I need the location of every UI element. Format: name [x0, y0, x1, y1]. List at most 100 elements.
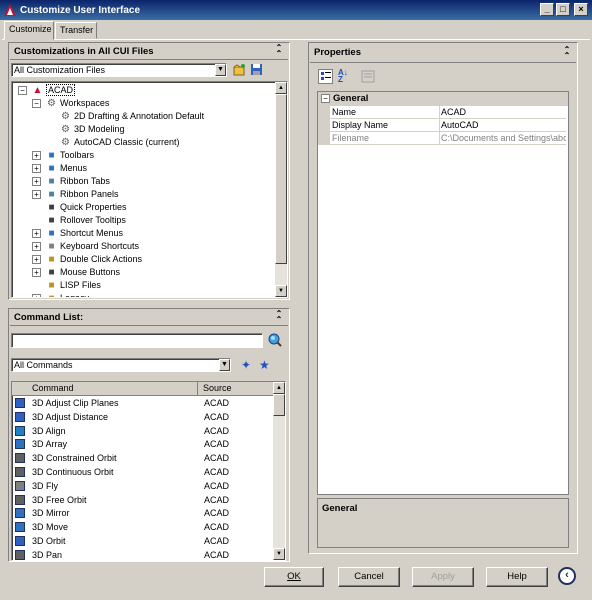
tree-item[interactable]: ⚙ 2D Drafting & Annotation Default	[60, 110, 204, 123]
command-icon	[15, 425, 25, 436]
minimize-button[interactable]: _	[540, 3, 554, 16]
property-value[interactable]: AutoCAD	[441, 119, 566, 132]
cancel-button[interactable]: Cancel	[338, 567, 400, 587]
tree-item[interactable]: + ■ Toolbars	[32, 149, 94, 162]
tree-item[interactable]: + ■ Shortcut Menus	[32, 227, 123, 240]
alphabetical-sort-icon[interactable]: A↓ Z	[338, 69, 353, 84]
tree-item-label: Ribbon Panels	[60, 189, 119, 199]
source-column-header[interactable]: Source	[199, 382, 273, 395]
table-row[interactable]: 3D Continuous Orbit ACAD	[12, 465, 269, 479]
new-command-star-icon[interactable]: ✦	[241, 359, 253, 371]
command-table[interactable]: Command Source 3D Adjust Clip Planes ACAD…	[11, 381, 286, 561]
property-value[interactable]: C:\Documents and Settings\aboz	[441, 132, 566, 145]
ok-button[interactable]: OK	[264, 567, 324, 587]
property-value[interactable]: ACAD	[441, 106, 566, 119]
collapse-dialog-icon[interactable]: ‹	[558, 567, 576, 585]
command-filter-select[interactable]: All Commands ▼	[11, 358, 231, 372]
chevron-down-icon[interactable]: ▼	[219, 359, 230, 371]
maximize-button[interactable]: □	[556, 3, 570, 16]
tree-item[interactable]: ⚙ AutoCAD Classic (current)	[60, 136, 180, 149]
table-row[interactable]: 3D Adjust Distance ACAD	[12, 410, 269, 424]
help-button[interactable]: Help	[486, 567, 548, 587]
table-row[interactable]: 3D Mirror ACAD	[12, 506, 269, 520]
command-column-header[interactable]: Command	[12, 382, 198, 395]
command-source: ACAD	[204, 522, 230, 533]
command-icon	[15, 549, 25, 560]
command-source: ACAD	[204, 480, 230, 491]
expand-icon[interactable]: +	[32, 242, 41, 251]
property-category-row[interactable]: − General	[318, 92, 568, 106]
find-command-star-icon[interactable]: ★	[259, 359, 271, 371]
tree-item[interactable]: ■ LISP Files	[46, 279, 100, 292]
collapse-category-icon[interactable]: −	[321, 94, 330, 103]
expand-icon[interactable]: +	[32, 268, 41, 277]
property-name: Display Name	[332, 120, 389, 130]
command-filter-value: All Commands	[14, 360, 73, 370]
expand-icon[interactable]: +	[32, 255, 41, 264]
table-row[interactable]: 3D Pan ACAD	[12, 548, 269, 560]
close-button[interactable]: ×	[574, 3, 588, 16]
table-row[interactable]: 3D Free Orbit ACAD	[12, 493, 269, 507]
command-search-input[interactable]	[11, 333, 263, 348]
command-icon	[15, 398, 25, 408]
tree-item[interactable]: ⚙ 3D Modeling	[60, 123, 125, 136]
customization-files-select[interactable]: All Customization Files ▼	[11, 63, 227, 77]
tree-item[interactable]: + ■ Ribbon Tabs	[32, 175, 110, 188]
command-list-header: Command List: ⌃ ⌃	[10, 309, 288, 326]
table-row[interactable]: 3D Adjust Clip Planes ACAD	[12, 396, 269, 410]
expand-icon[interactable]: +	[32, 190, 41, 199]
expand-icon[interactable]: +	[32, 177, 41, 186]
customization-tree[interactable]: − ▲ ACAD − ⚙ Workspaces ⚙ 2D Drafting & Annotat…	[11, 81, 288, 298]
table-row[interactable]: 3D Orbit ACAD	[12, 534, 269, 548]
table-row[interactable]: 3D Constrained Orbit ACAD	[12, 451, 269, 465]
tree-item[interactable]: + ■ Menus	[32, 162, 87, 175]
categorized-view-icon[interactable]	[318, 69, 333, 84]
collapse-icon[interactable]: ⌃ ⌃	[274, 310, 284, 324]
property-row[interactable]: Filename C:\Documents and Settings\aboz	[318, 132, 566, 145]
command-source: ACAD	[204, 494, 230, 505]
property-grid[interactable]: − General Name ACAD Display Name AutoCAD Fil…	[317, 91, 569, 495]
expand-icon[interactable]: +	[32, 229, 41, 238]
tree-item[interactable]: − ▲ ACAD	[18, 84, 76, 97]
save-icon[interactable]	[250, 63, 263, 76]
scroll-down-button[interactable]: ▼	[273, 548, 285, 560]
tree-item[interactable]: ■ Rollover Tooltips	[46, 214, 125, 227]
table-row[interactable]: 3D Array ACAD	[12, 437, 269, 451]
tree-item[interactable]: + ■Legacy	[32, 292, 89, 297]
collapse-tree-icon[interactable]: −	[18, 86, 27, 95]
tree-item[interactable]: + ■ Double Click Actions	[32, 253, 142, 266]
table-row[interactable]: 3D Align ACAD	[12, 424, 269, 438]
tree-item[interactable]: + ■ Ribbon Panels	[32, 188, 119, 201]
expand-icon[interactable]: +	[32, 164, 41, 173]
scroll-down-button[interactable]: ▼	[275, 285, 287, 297]
expand-icon[interactable]: +	[32, 151, 41, 160]
scroll-thumb[interactable]	[273, 394, 285, 416]
scroll-up-button[interactable]: ▲	[273, 382, 285, 394]
property-column-divider	[439, 106, 440, 145]
panel-splitter[interactable]	[296, 42, 302, 562]
command-scrollbar[interactable]: ▲ ▼	[273, 382, 285, 560]
scroll-thumb[interactable]	[275, 94, 287, 264]
table-row[interactable]: 3D Move ACAD	[12, 520, 269, 534]
title-bar[interactable]: Customize User Interface _ □ ×	[0, 0, 592, 20]
property-row[interactable]: Name ACAD	[318, 106, 566, 119]
expand-icon[interactable]: +	[32, 294, 41, 297]
table-row[interactable]: 3D Fly ACAD	[12, 479, 269, 493]
tree-scrollbar[interactable]: ▲ ▼	[275, 82, 287, 297]
scroll-up-button[interactable]: ▲	[275, 82, 287, 94]
collapse-icon[interactable]: ⌃ ⌃	[562, 46, 572, 60]
tab-transfer[interactable]: Transfer	[55, 22, 97, 39]
collapse-icon[interactable]: ⌃ ⌃	[274, 44, 284, 58]
search-icon[interactable]	[268, 333, 282, 347]
chevron-down-icon[interactable]: ▼	[215, 64, 226, 76]
property-row[interactable]: Display Name AutoCAD	[318, 119, 566, 132]
property-category-label: General	[333, 93, 369, 104]
collapse-tree-icon[interactable]: −	[32, 99, 41, 108]
tree-item[interactable]: + ■ Mouse Buttons	[32, 266, 120, 279]
tree-item[interactable]: − ⚙ Workspaces	[32, 97, 109, 110]
open-file-icon[interactable]	[233, 63, 246, 76]
tab-customize[interactable]: Customize	[4, 21, 54, 40]
tree-item[interactable]: + ■ Keyboard Shortcuts	[32, 240, 139, 253]
tree-item[interactable]: ■ Quick Properties	[46, 201, 126, 214]
apply-label: Apply	[431, 571, 455, 582]
